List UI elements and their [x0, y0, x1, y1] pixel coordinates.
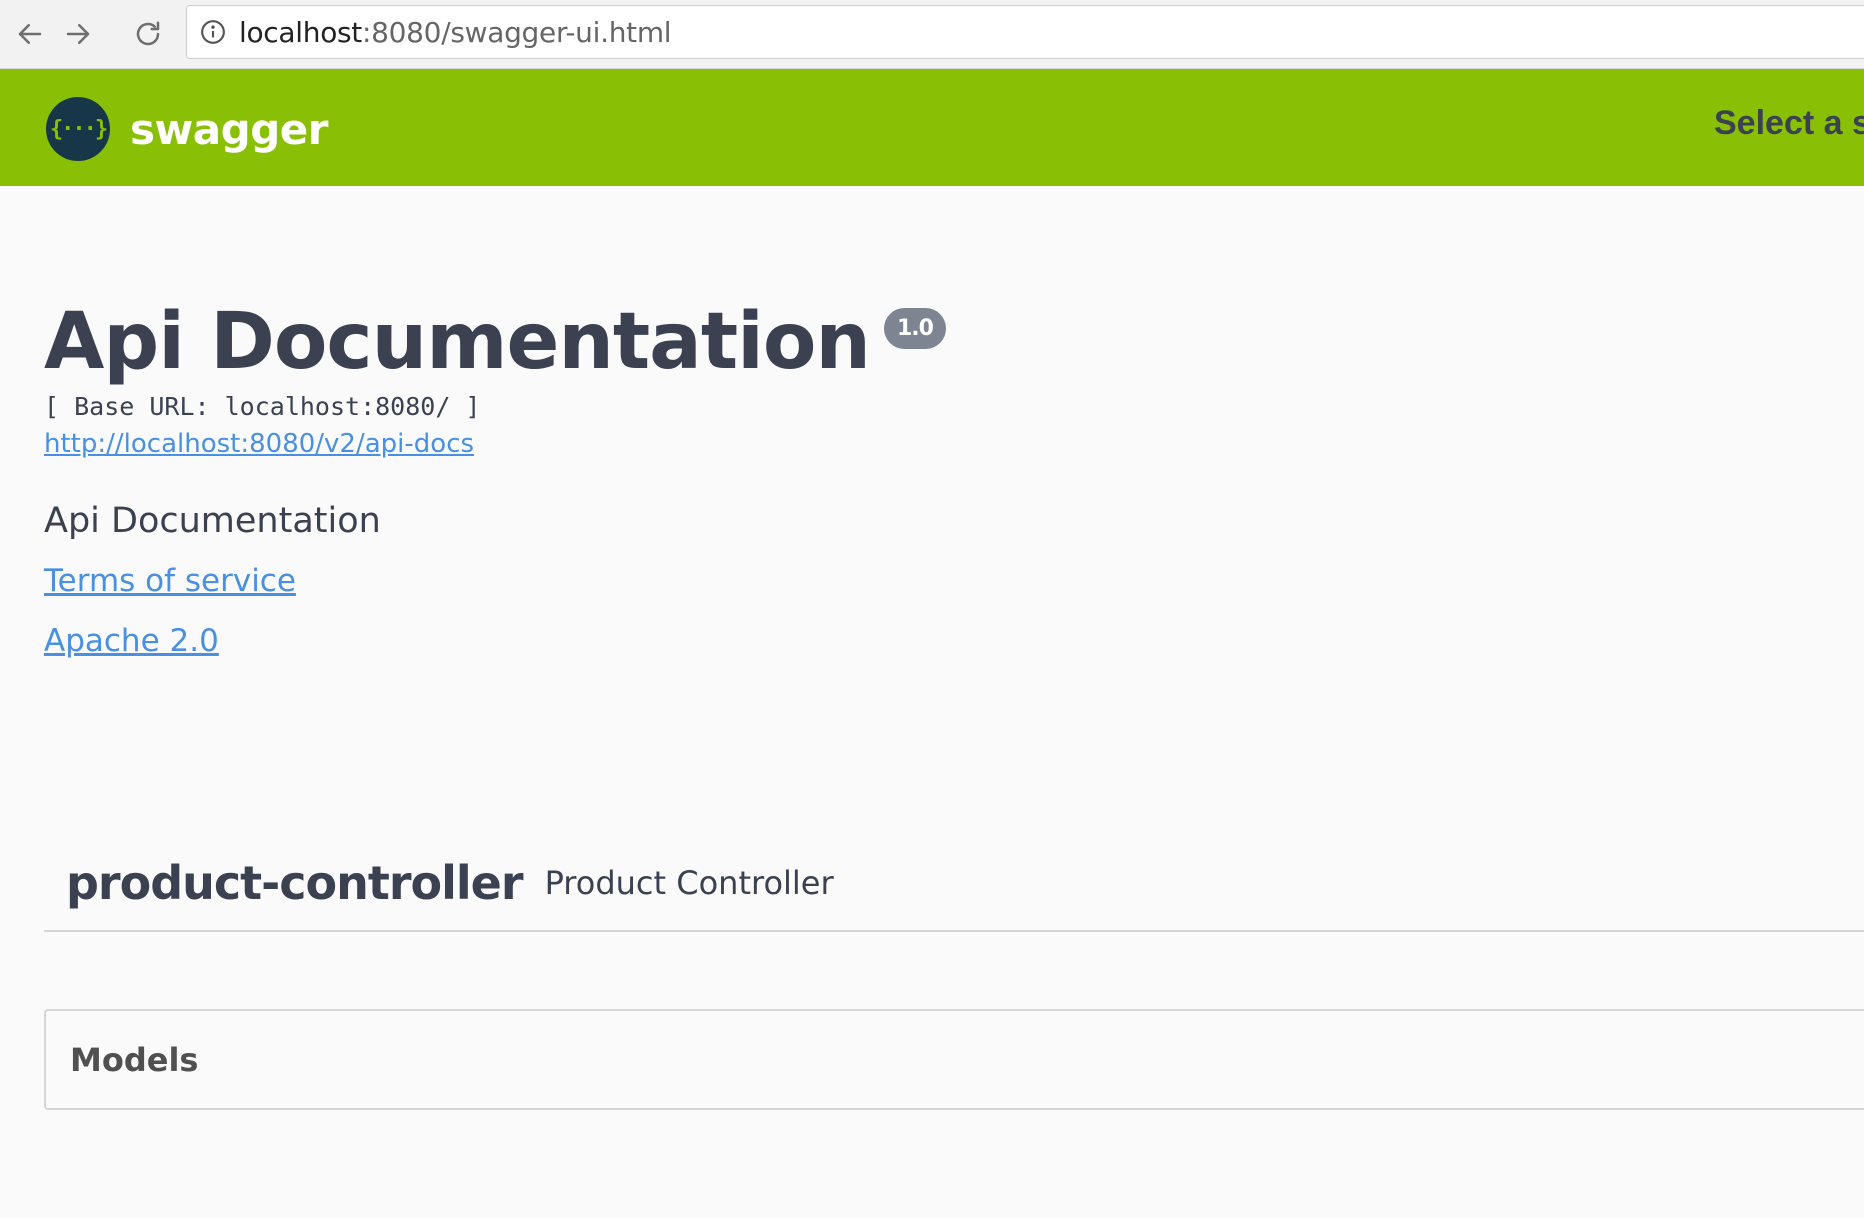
title-row: Api Documentation 1.0 — [44, 297, 946, 387]
url-path: :8080/swagger-ui.html — [362, 15, 672, 49]
select-spec-label[interactable]: Select a spec — [1714, 104, 1864, 143]
logo-glyph: {···} — [49, 116, 108, 142]
reload-icon — [136, 21, 160, 46]
browser-toolbar: localhost:8080/swagger-ui.html — [0, 0, 1864, 69]
tag-name: product-controller — [66, 856, 524, 910]
api-info: Api Documentation 1.0 [ Base URL: localh… — [44, 297, 946, 659]
address-bar[interactable]: localhost:8080/swagger-ui.html — [186, 5, 1864, 59]
forward-arrow-icon — [66, 24, 90, 44]
forward-button[interactable] — [56, 12, 100, 56]
models-section[interactable]: Models — [44, 1009, 1864, 1110]
tag-product-controller[interactable]: product-controller Product Controller — [44, 836, 1864, 932]
url-host: localhost — [239, 15, 362, 49]
version-badge: 1.0 — [883, 308, 946, 349]
logo-text: swagger — [130, 104, 328, 154]
info-icon[interactable] — [199, 18, 227, 46]
page-title: Api Documentation — [44, 297, 871, 387]
back-button[interactable] — [8, 12, 52, 56]
terms-of-service-link[interactable]: Terms of service — [44, 563, 946, 599]
swagger-logo[interactable]: {···} swagger — [46, 97, 328, 161]
address-url[interactable]: localhost:8080/swagger-ui.html — [239, 15, 672, 49]
tag-description: Product Controller — [544, 864, 834, 902]
back-arrow-icon — [18, 24, 42, 44]
swagger-topbar: {···} swagger Select a spec — [0, 69, 1864, 186]
models-title: Models — [70, 1040, 199, 1079]
reload-button[interactable] — [126, 12, 170, 56]
base-url: [ Base URL: localhost:8080/ ] — [44, 391, 481, 421]
swagger-logo-icon: {···} — [46, 97, 110, 161]
api-docs-link[interactable]: http://localhost:8080/v2/api-docs — [44, 429, 946, 459]
license-link[interactable]: Apache 2.0 — [44, 623, 946, 659]
api-description: Api Documentation — [44, 500, 381, 541]
